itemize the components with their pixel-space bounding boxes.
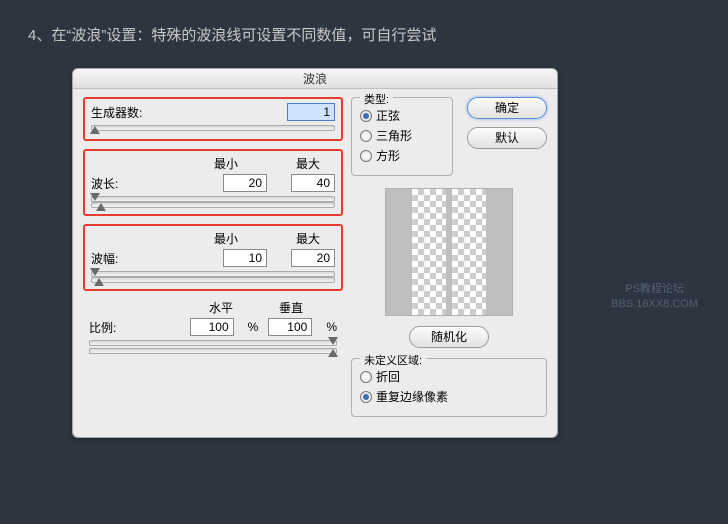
amplitude-min-input[interactable]: 10 — [223, 249, 267, 267]
min-header: 最小 — [203, 155, 249, 172]
scale-v-slider[interactable] — [89, 348, 337, 354]
wavelength-group: 最小 最大 波长: 20 40 — [83, 149, 343, 216]
type-fieldset: 类型: 正弦 三角形 方形 — [351, 97, 453, 176]
randomize-button[interactable]: 随机化 — [409, 326, 489, 348]
max-header: 最大 — [285, 155, 331, 172]
dialog-title: 波浪 — [73, 69, 557, 89]
watermark-line2: BBS.16XX8.COM — [611, 297, 698, 312]
percent-label: % — [326, 320, 337, 334]
wavelength-max-slider[interactable] — [91, 202, 335, 208]
scale-label: 比例: — [89, 319, 145, 336]
wrap-radio[interactable]: 折回 — [360, 368, 538, 385]
type-sine-radio[interactable]: 正弦 — [360, 107, 444, 124]
radio-label: 三角形 — [376, 127, 412, 144]
radio-label: 正弦 — [376, 107, 400, 124]
checker-pattern — [412, 189, 446, 315]
slider-thumb-icon[interactable] — [90, 268, 100, 276]
generators-input[interactable]: 1 — [287, 103, 335, 121]
scale-v-input[interactable]: 100 — [268, 318, 312, 336]
type-legend: 类型: — [360, 91, 393, 107]
slider-thumb-icon[interactable] — [90, 193, 100, 201]
amplitude-label: 波幅: — [91, 250, 147, 267]
max-header: 最大 — [285, 230, 331, 247]
percent-label: % — [248, 320, 259, 334]
radio-icon — [360, 130, 372, 142]
radio-icon — [360, 391, 372, 403]
amplitude-max-input[interactable]: 20 — [291, 249, 335, 267]
undefined-area-fieldset: 未定义区域: 折回 重复边缘像素 — [351, 358, 547, 417]
scale-group: 水平 垂直 比例: 100 % 100 % — [83, 299, 343, 354]
scale-v-header: 垂直 — [271, 299, 311, 316]
radio-label: 重复边缘像素 — [376, 388, 448, 405]
slider-thumb-icon[interactable] — [328, 349, 338, 357]
repeat-edge-radio[interactable]: 重复边缘像素 — [360, 388, 538, 405]
watermark-line1: PS教程论坛 — [611, 282, 698, 297]
generators-group: 生成器数: 1 — [83, 97, 343, 141]
watermark: PS教程论坛 BBS.16XX8.COM — [611, 282, 698, 312]
generators-slider[interactable] — [91, 125, 335, 131]
slider-thumb-icon[interactable] — [94, 278, 104, 286]
slider-thumb-icon[interactable] — [96, 203, 106, 211]
wavelength-min-input[interactable]: 20 — [223, 174, 267, 192]
scale-h-slider[interactable] — [89, 340, 337, 346]
wave-dialog: 波浪 生成器数: 1 最小 最大 波长: — [72, 68, 558, 438]
wavelength-max-input[interactable]: 40 — [291, 174, 335, 192]
radio-icon — [360, 371, 372, 383]
type-triangle-radio[interactable]: 三角形 — [360, 127, 444, 144]
default-button[interactable]: 默认 — [467, 127, 547, 149]
undefined-legend: 未定义区域: — [360, 352, 426, 368]
radio-label: 方形 — [376, 147, 400, 164]
radio-label: 折回 — [376, 368, 400, 385]
ok-button[interactable]: 确定 — [467, 97, 547, 119]
generators-label: 生成器数: — [91, 104, 147, 121]
slider-thumb-icon[interactable] — [328, 337, 338, 345]
scale-h-input[interactable]: 100 — [190, 318, 234, 336]
slider-thumb-icon[interactable] — [90, 126, 100, 134]
checker-pattern — [452, 189, 486, 315]
min-header: 最小 — [203, 230, 249, 247]
preview-area — [385, 188, 513, 316]
type-square-radio[interactable]: 方形 — [360, 147, 444, 164]
amplitude-max-slider[interactable] — [91, 277, 335, 283]
page-instruction: 4、在“波浪”设置：特殊的波浪线可设置不同数值，可自行尝试 — [28, 24, 436, 45]
wavelength-label: 波长: — [91, 175, 147, 192]
radio-icon — [360, 150, 372, 162]
amplitude-group: 最小 最大 波幅: 10 20 — [83, 224, 343, 291]
radio-icon — [360, 110, 372, 122]
scale-h-header: 水平 — [201, 299, 241, 316]
